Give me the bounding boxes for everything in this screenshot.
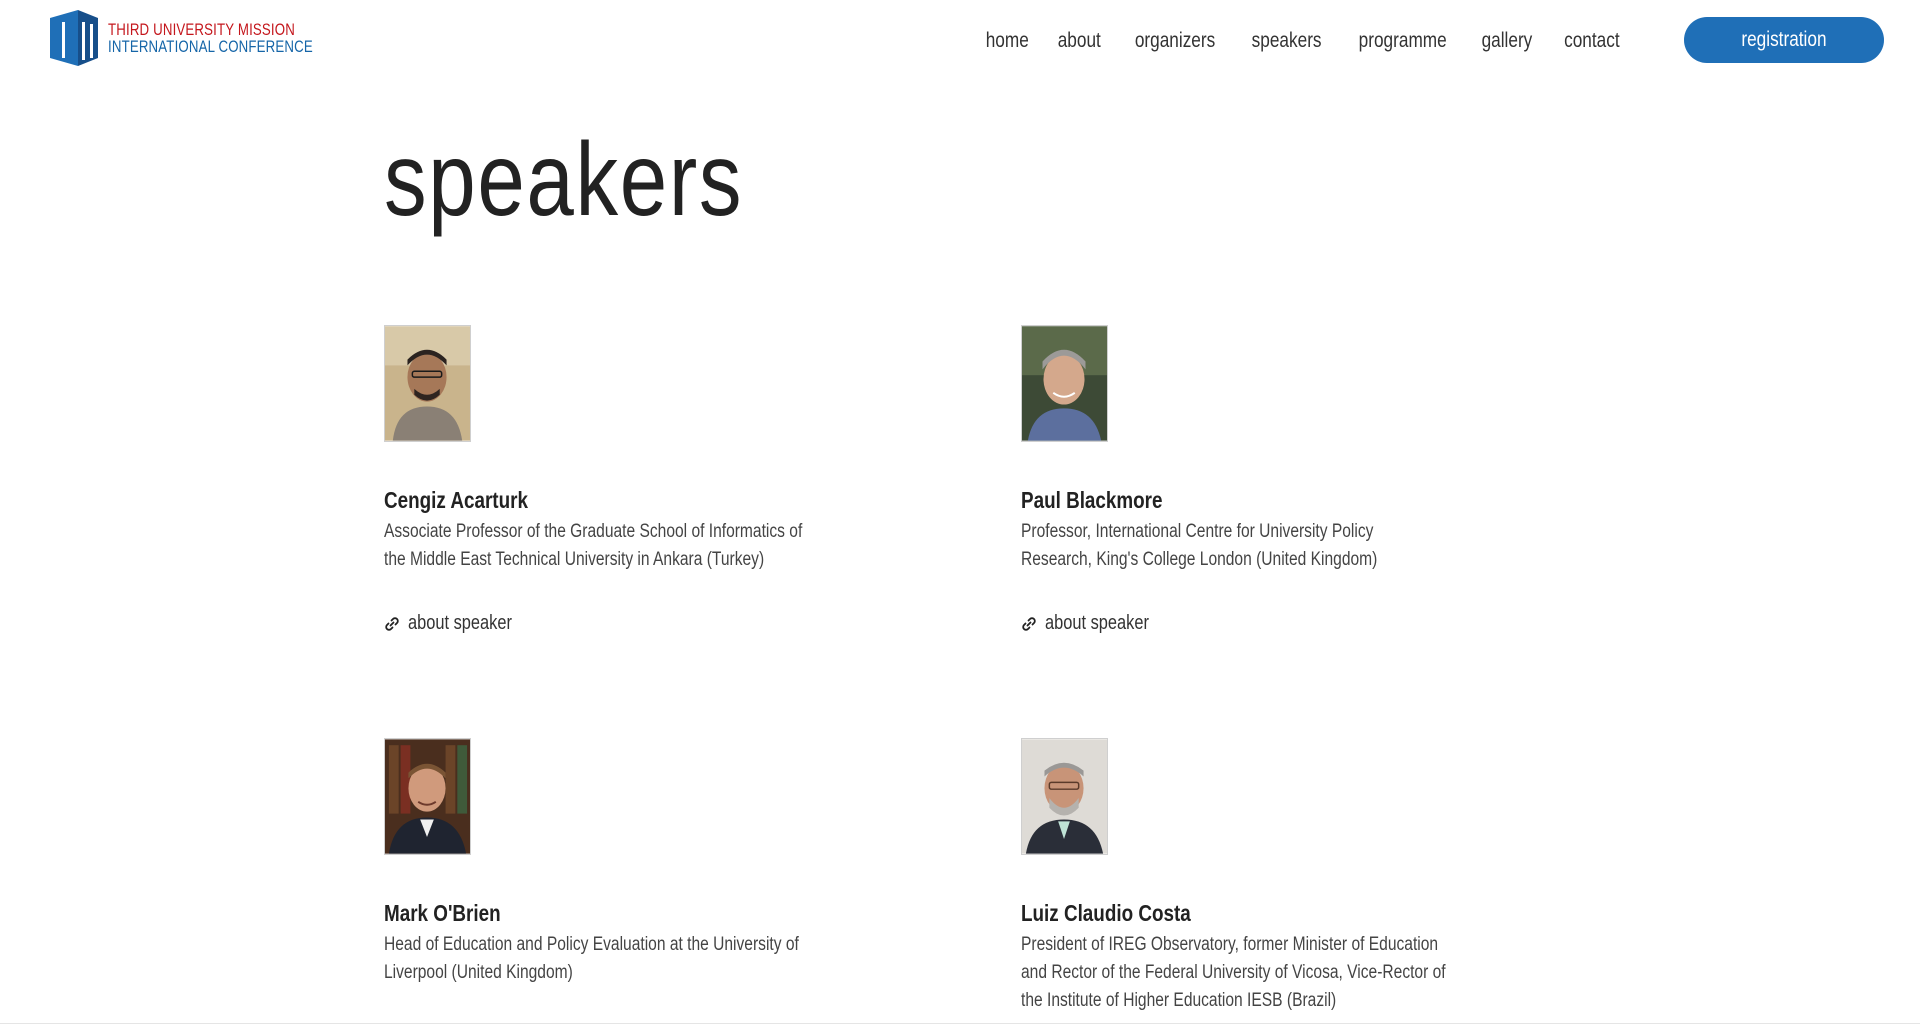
link-icon xyxy=(385,616,399,631)
portrait-photo xyxy=(384,325,471,442)
link-icon xyxy=(1022,616,1036,631)
portrait-photo xyxy=(1021,738,1108,855)
site-logo[interactable]: THIRD UNIVERSITY MISSION INTERNATIONAL C… xyxy=(48,8,371,68)
speaker-description: Head of Education and Policy Evaluation … xyxy=(384,934,799,983)
nav-gallery[interactable]: gallery xyxy=(1474,26,1541,56)
page-title: speakers xyxy=(384,122,744,238)
nav-about[interactable]: about xyxy=(1050,26,1110,56)
speaker-description: Professor, International Centre for Univ… xyxy=(1021,521,1378,570)
about-speaker-label: about speaker xyxy=(408,612,512,634)
speaker-name: Cengiz Acarturk xyxy=(384,487,528,513)
registration-button-label: registration xyxy=(1741,28,1827,51)
speaker-description: President of IREG Observatory, former Mi… xyxy=(1021,934,1446,1011)
speaker-card: Paul Blackmore Professor, International … xyxy=(1021,325,1501,634)
speaker-name: Mark O'Brien xyxy=(384,900,501,926)
about-speaker-link[interactable]: about speaker xyxy=(1021,612,1172,635)
nav-contact[interactable]: contact xyxy=(1556,26,1628,56)
speaker-card: Mark O'Brien Head of Education and Polic… xyxy=(384,738,864,987)
registration-button[interactable]: registration xyxy=(1684,17,1884,63)
site-header: THIRD UNIVERSITY MISSION INTERNATIONAL C… xyxy=(0,0,1920,86)
speaker-card: Cengiz Acarturk Associate Professor of t… xyxy=(384,325,864,634)
speaker-description: Associate Professor of the Graduate Scho… xyxy=(384,521,803,570)
about-speaker-label: about speaker xyxy=(1045,612,1149,634)
speaker-name: Luiz Claudio Costa xyxy=(1021,900,1191,926)
speaker-name: Paul Blackmore xyxy=(1021,487,1163,513)
speaker-card: Luiz Claudio Costa President of IREG Obs… xyxy=(1021,738,1501,1015)
nav-programme[interactable]: programme xyxy=(1350,26,1454,56)
building-logo-icon xyxy=(50,10,98,66)
nav-organizers[interactable]: organizers xyxy=(1126,26,1223,56)
nav-speakers[interactable]: speakers xyxy=(1243,26,1329,56)
logo-title-line-1: THIRD UNIVERSITY MISSION xyxy=(108,20,295,39)
main-nav: home about organizers speakers programme… xyxy=(971,26,1636,56)
about-speaker-link[interactable]: about speaker xyxy=(384,612,535,635)
portrait-photo xyxy=(384,738,471,855)
nav-home[interactable]: home xyxy=(977,26,1036,56)
portrait-photo xyxy=(1021,325,1108,442)
logo-title-line-2: INTERNATIONAL CONFERENCE xyxy=(108,37,313,56)
